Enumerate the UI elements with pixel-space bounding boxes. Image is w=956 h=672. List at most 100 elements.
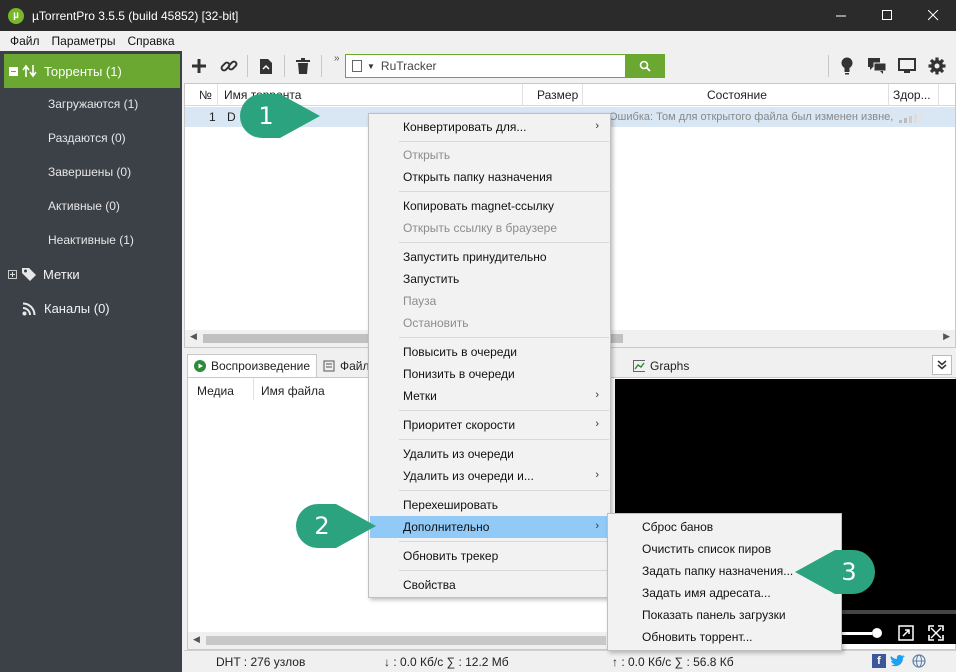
submenu-item-update-torrent[interactable]: Обновить торрент...	[609, 626, 840, 648]
horizontal-scrollbar[interactable]: ◀	[188, 632, 616, 649]
callout-3: 3	[793, 546, 879, 598]
menu-item-open: Открыть	[403, 148, 451, 162]
context-menu: Конвертировать для... › Открыть Открыть п…	[368, 113, 611, 598]
remote-button[interactable]	[892, 52, 922, 80]
menu-item-remove[interactable]: Удалить из очереди	[370, 443, 609, 465]
close-button[interactable]	[910, 0, 956, 31]
menu-item-label: Удалить из очереди и...	[403, 469, 534, 483]
chevron-right-icon: ›	[595, 389, 599, 401]
dht-status: DHT : 276 узлов	[216, 655, 306, 669]
sidebar-item-completed[interactable]: Завершены (0)	[48, 165, 131, 179]
bundles-button[interactable]	[832, 52, 862, 80]
column-number[interactable]: №	[185, 84, 218, 106]
volume-slider[interactable]	[840, 631, 872, 635]
submenu-item-show-download-bar[interactable]: Показать панель загрузки	[609, 604, 840, 626]
sidebar-item-torrents[interactable]: Торренты (1)	[4, 54, 180, 88]
menu-help[interactable]: Справка	[121, 34, 180, 48]
window-title: µTorrentPro 3.5.5 (build 45852) [32-bit]	[32, 8, 239, 23]
chevron-right-icon: ›	[595, 469, 599, 481]
sidebar-item-label: Метки	[43, 266, 80, 282]
search-button[interactable]	[625, 54, 664, 78]
menu-item-labels[interactable]: Метки ›	[370, 385, 609, 407]
menu-item-bandwidth[interactable]: Приоритет скорости ›	[370, 414, 609, 436]
utorrent-logo-icon: µ	[8, 7, 24, 24]
facebook-icon[interactable]: f	[872, 654, 886, 668]
tab-graphs[interactable]: Graphs	[627, 354, 695, 377]
gear-icon	[928, 57, 946, 75]
menu-item-remove-and[interactable]: Удалить из очереди и... ›	[370, 465, 609, 487]
menu-options[interactable]: Параметры	[46, 34, 122, 48]
menu-file[interactable]: Файл	[4, 34, 46, 48]
delete-button[interactable]	[288, 52, 318, 80]
menu-item-start[interactable]: Запустить	[370, 268, 609, 290]
close-icon	[927, 10, 938, 21]
column-status[interactable]: Состояние	[583, 84, 889, 106]
collapse-panel-button[interactable]	[932, 355, 952, 375]
expand-icon[interactable]	[8, 269, 17, 279]
graph-icon	[633, 359, 645, 372]
minimize-button[interactable]	[818, 0, 864, 31]
search-provider-icon[interactable]	[352, 60, 362, 72]
menu-divider	[399, 242, 609, 243]
transfer-arrows-icon	[22, 64, 37, 78]
link-icon	[220, 60, 238, 72]
add-link-button[interactable]	[214, 52, 244, 80]
play-circle-icon	[194, 360, 206, 372]
chevron-right-icon: ›	[595, 520, 599, 532]
menu-divider	[399, 541, 609, 542]
column-size[interactable]: Размер	[523, 84, 583, 106]
menu-item-queue-down[interactable]: Понизить в очереди	[370, 363, 609, 385]
maximize-button[interactable]	[864, 0, 910, 31]
title-bar: µ µTorrentPro 3.5.5 (build 45852) [32-bi…	[0, 0, 956, 31]
menu-item-properties[interactable]: Свойства	[370, 574, 609, 596]
menu-divider	[399, 490, 609, 491]
double-chevron-down-icon	[937, 360, 947, 370]
scroll-right-icon[interactable]: ▶	[943, 331, 950, 342]
scroll-left-icon[interactable]: ◀	[193, 634, 200, 645]
menu-item-recheck[interactable]: Перехешировать	[370, 494, 609, 516]
download-status: ↓ : 0.0 Кб/с ∑ : 12.2 Мб	[384, 655, 509, 669]
create-torrent-button[interactable]	[251, 52, 281, 80]
settings-button[interactable]	[922, 52, 952, 80]
collapse-icon[interactable]	[9, 66, 18, 76]
health-bars-icon	[899, 112, 922, 123]
menu-item-advanced[interactable]: Дополнительно ›	[370, 516, 609, 538]
submenu-item-reset-bans[interactable]: Сброс банов	[609, 516, 840, 538]
popout-icon[interactable]	[898, 625, 914, 641]
volume-knob[interactable]	[872, 628, 882, 638]
add-torrent-button[interactable]	[184, 52, 214, 80]
sidebar-item-downloading[interactable]: Загружаются (1)	[48, 97, 138, 111]
fullscreen-icon[interactable]	[928, 625, 944, 641]
sidebar-item-active[interactable]: Активные (0)	[48, 199, 120, 213]
bulb-icon	[841, 57, 853, 75]
sidebar-item-labels[interactable]: Метки	[8, 266, 80, 282]
sidebar-item-inactive[interactable]: Неактивные (1)	[48, 233, 134, 247]
scrollbar-thumb[interactable]	[206, 636, 606, 645]
menu-divider	[399, 439, 609, 440]
toolbar-overflow-icon[interactable]: »	[334, 53, 340, 64]
column-filename[interactable]: Имя файла	[261, 384, 325, 398]
chat-icon	[868, 58, 886, 74]
chat-button[interactable]	[862, 52, 892, 80]
sidebar-item-seeding[interactable]: Раздаются (0)	[48, 131, 126, 145]
sidebar-item-feeds[interactable]: Каналы (0)	[22, 301, 110, 316]
callout-2: 2	[292, 500, 378, 552]
tab-playback[interactable]: Воспроизведение	[187, 354, 317, 377]
twitter-icon[interactable]	[890, 654, 906, 668]
scroll-left-icon[interactable]: ◀	[190, 331, 197, 342]
globe-icon[interactable]	[912, 654, 926, 668]
chevron-right-icon: ›	[595, 418, 599, 430]
status-bar: DHT : 276 узлов ↓ : 0.0 Кб/с ∑ : 12.2 Мб…	[184, 650, 956, 672]
menu-item-queue-up[interactable]: Повысить в очереди	[370, 341, 609, 363]
column-media[interactable]: Медиа	[197, 384, 234, 398]
menu-item-update-tracker[interactable]: Обновить трекер	[370, 545, 609, 567]
menu-item-label: Метки	[403, 389, 437, 403]
chevron-down-icon[interactable]: ▼	[367, 62, 375, 71]
column-health[interactable]: Здор...	[889, 84, 939, 106]
sidebar: Торренты (1) Загружаются (1) Раздаются (…	[0, 51, 182, 672]
menu-item-convert[interactable]: Конвертировать для... ›	[370, 116, 609, 138]
search-input[interactable]: ▼ RuTracker	[345, 54, 665, 78]
menu-item-force-start[interactable]: Запустить принудительно	[370, 246, 609, 268]
menu-item-copy-magnet[interactable]: Копировать magnet-ссылку	[370, 195, 609, 217]
menu-item-open-folder[interactable]: Открыть папку назначения	[370, 166, 609, 188]
